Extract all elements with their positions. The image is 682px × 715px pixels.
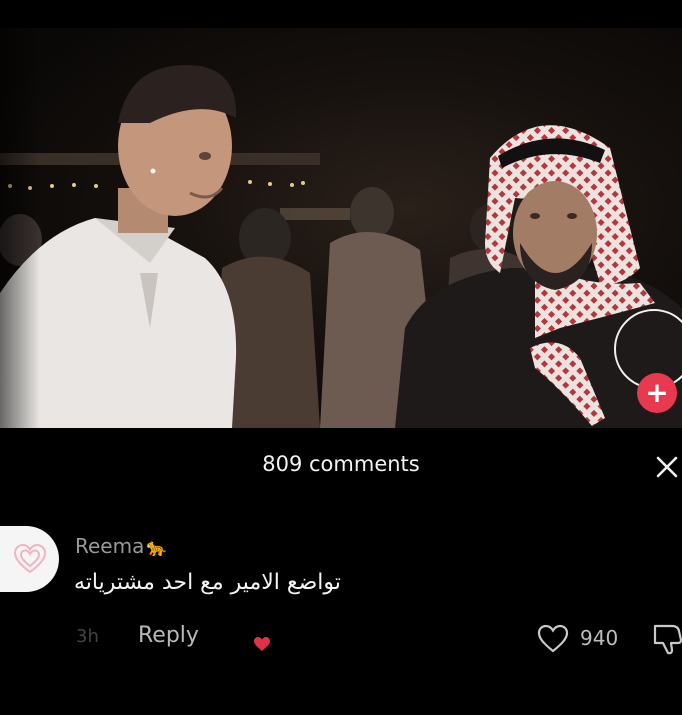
thumbs-down-icon	[653, 624, 682, 655]
creator-liked-badge	[253, 636, 271, 656]
comment-time: 3h	[76, 626, 99, 647]
reply-button[interactable]: Reply	[138, 623, 199, 648]
comments-sheet: 809 comments Reema 🐆 تواضع الامير مع احد …	[0, 428, 682, 715]
top-bar	[0, 0, 682, 28]
like-count: 940	[580, 626, 619, 650]
commenter-avatar[interactable]	[0, 526, 59, 592]
plus-icon: +	[645, 376, 669, 409]
video-frame-image	[0, 28, 682, 428]
dislike-button[interactable]	[652, 622, 682, 660]
comment-username[interactable]: Reema 🐆	[75, 534, 168, 558]
heart-icon	[254, 637, 270, 651]
close-icon	[656, 456, 678, 478]
like-button[interactable]	[537, 624, 569, 658]
comment-item: Reema 🐆 تواضع الامير مع احد مشترياته 3h R…	[0, 520, 682, 690]
comments-title: 809 comments	[262, 452, 420, 476]
close-button[interactable]	[652, 452, 682, 482]
username-text: Reema	[75, 534, 145, 558]
video-player[interactable]: +	[0, 28, 682, 428]
follow-button[interactable]: +	[637, 373, 677, 413]
comment-text: تواضع الامير مع احد مشترياته	[74, 570, 341, 595]
heart-avatar-icon	[13, 543, 46, 574]
heart-outline-icon	[537, 624, 569, 653]
leopard-emoji-icon: 🐆	[146, 538, 168, 558]
